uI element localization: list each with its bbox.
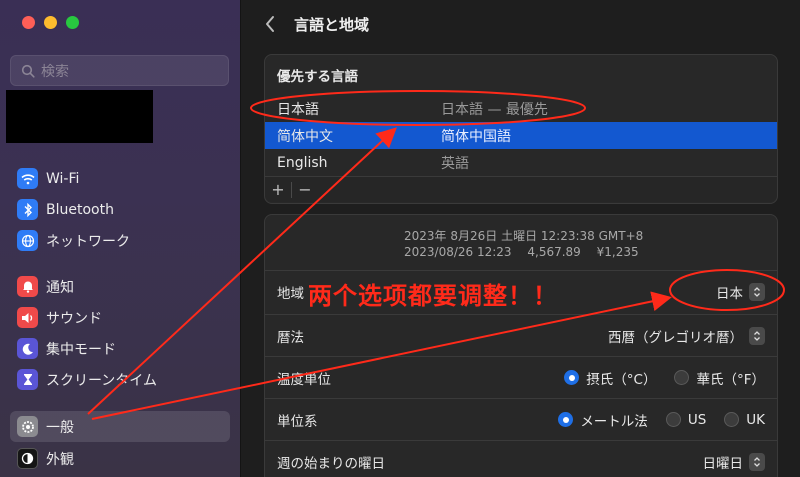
sidebar-item-bluetooth[interactable]: Bluetooth (10, 194, 230, 225)
minimize-window-button[interactable] (44, 16, 57, 29)
region-select[interactable]: 日本 (716, 282, 765, 302)
radio-on-icon (564, 370, 580, 385)
speaker-icon (17, 307, 38, 328)
account-profile-redacted[interactable] (6, 90, 153, 143)
add-language-button[interactable]: + (265, 177, 291, 203)
sidebar-item-general[interactable]: 一般 (10, 411, 230, 442)
measurement-label: 単位系 (277, 413, 318, 430)
bluetooth-icon (17, 199, 38, 220)
format-preview-date: 2023年 8月26日 土曜日 12:23:38 GMT+8 (404, 229, 644, 243)
updown-chevron-icon (749, 326, 765, 345)
page-title: 言語と地域 (294, 15, 370, 34)
language-row-selected[interactable]: 简体中文 简体中国語 (265, 122, 777, 149)
sidebar-item-label: 外観 (46, 451, 74, 468)
first-weekday-row: 週の始まりの曜日 日曜日 (265, 440, 777, 477)
sidebar-item-label: 一般 (46, 419, 74, 436)
updown-chevron-icon (749, 452, 765, 471)
language-name: 简体中文 (277, 128, 333, 145)
language-description: 日本語 — 最優先 (441, 101, 548, 118)
radio-us[interactable]: US (665, 411, 707, 428)
sidebar-item-label: Bluetooth (46, 201, 114, 218)
radio-label: US (687, 411, 707, 428)
radio-label: UK (746, 411, 765, 428)
sidebar-item-screen-time[interactable]: スクリーンタイム (10, 364, 230, 395)
temperature-options: 摂氏（°C） 華氏（°F） (552, 368, 765, 388)
language-description: 英語 (441, 155, 469, 172)
wifi-icon (17, 168, 38, 189)
window-controls (22, 16, 79, 29)
sidebar-item-focus[interactable]: 集中モード (10, 333, 230, 364)
back-chevron-icon[interactable] (264, 15, 276, 33)
calendar-label: 暦法 (277, 329, 304, 346)
gear-icon (17, 416, 38, 437)
radio-label: メートル法 (580, 413, 648, 430)
radio-on-icon (558, 412, 574, 427)
close-window-button[interactable] (22, 16, 35, 29)
radio-celsius[interactable]: 摂氏（°C） (564, 368, 656, 388)
sidebar-item-network[interactable]: ネットワーク (10, 225, 230, 256)
sidebar-item-sound[interactable]: サウンド (10, 302, 230, 333)
format-panel: 2023年 8月26日 土曜日 12:23:38 GMT+8 2023/08/2… (264, 214, 778, 477)
globe-icon (17, 230, 38, 251)
main-content: 言語と地域 優先する言語 日本語 日本語 — 最優先 简体中文 简体中国語 En… (242, 0, 800, 477)
sidebar-item-appearance[interactable]: 外観 (10, 443, 230, 474)
region-label: 地域 (277, 285, 304, 302)
search-input[interactable]: 検索 (10, 55, 229, 86)
language-name: English (277, 154, 328, 171)
radio-off-icon (724, 412, 740, 427)
format-preview-numbers: 2023/08/26 12:23 4,567.89 ¥1,235 (404, 245, 639, 259)
appearance-icon (17, 448, 38, 469)
preferred-languages-panel: 優先する言語 日本語 日本語 — 最優先 简体中文 简体中国語 English … (264, 54, 778, 204)
sidebar-item-label: 集中モード (46, 341, 116, 358)
sidebar-item-label: サウンド (46, 310, 102, 327)
sidebar-item-label: 通知 (46, 279, 74, 296)
radio-fahrenheit[interactable]: 華氏（°F） (674, 368, 765, 388)
annotation-text: 两个选项都要调整！！ (308, 282, 558, 310)
radio-off-icon (665, 412, 681, 427)
language-description: 简体中国語 (441, 128, 511, 145)
region-value: 日本 (716, 285, 743, 302)
bell-icon (17, 276, 38, 297)
sidebar-item-label: スクリーンタイム (46, 372, 158, 389)
radio-label: 摂氏（°C） (586, 371, 657, 388)
language-row[interactable]: English 英語 (265, 149, 777, 176)
temperature-row: 温度単位 摂氏（°C） 華氏（°F） (265, 356, 777, 398)
language-name: 日本語 (277, 101, 319, 118)
search-placeholder: 検索 (41, 63, 69, 80)
updown-chevron-icon (749, 282, 765, 301)
measurement-options: メートル法 US UK (546, 410, 765, 430)
add-remove-bar: + − (265, 176, 777, 202)
sidebar-item-notifications[interactable]: 通知 (10, 271, 230, 302)
sidebar: 検索 Wi-Fi Bluetooth ネットワーク 通知 サウンド 集中モード … (0, 0, 241, 477)
radio-uk[interactable]: UK (724, 412, 765, 428)
search-icon (21, 64, 35, 78)
sidebar-item-wifi[interactable]: Wi-Fi (10, 163, 230, 194)
calendar-value: 西暦（グレゴリオ暦） (608, 329, 743, 346)
moon-icon (17, 338, 38, 359)
remove-language-button[interactable]: − (292, 177, 318, 203)
radio-metric[interactable]: メートル法 (558, 410, 648, 430)
zoom-window-button[interactable] (66, 16, 79, 29)
radio-label: 華氏（°F） (696, 371, 765, 388)
preferred-languages-heading: 優先する言語 (277, 69, 358, 85)
language-row[interactable]: 日本語 日本語 — 最優先 (265, 95, 777, 122)
format-preview: 2023年 8月26日 土曜日 12:23:38 GMT+8 2023/08/2… (404, 228, 643, 260)
first-weekday-value: 日曜日 (702, 455, 744, 472)
radio-off-icon (674, 370, 690, 385)
temperature-label: 温度単位 (277, 371, 331, 388)
sidebar-item-label: Wi-Fi (46, 170, 80, 187)
hourglass-icon (17, 369, 38, 390)
calendar-row: 暦法 西暦（グレゴリオ暦） (265, 314, 777, 356)
first-weekday-select[interactable]: 日曜日 (702, 452, 765, 472)
sidebar-item-label: ネットワーク (46, 233, 130, 250)
toolbar: 言語と地域 (242, 0, 800, 48)
calendar-select[interactable]: 西暦（グレゴリオ暦） (608, 326, 765, 346)
measurement-row: 単位系 メートル法 US UK (265, 398, 777, 440)
first-weekday-label: 週の始まりの曜日 (277, 455, 385, 472)
